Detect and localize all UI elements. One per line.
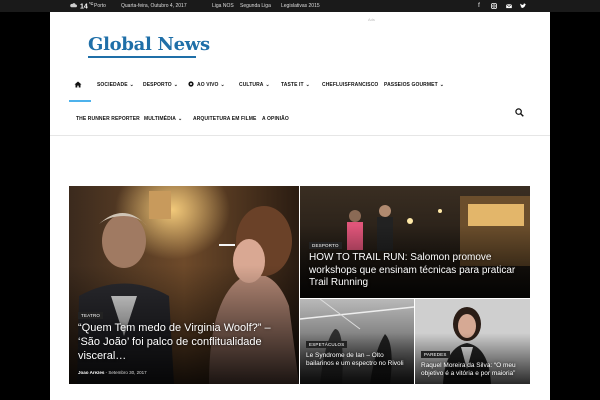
chevron-down-icon: ⌄	[439, 82, 445, 88]
featured-article-top-right[interactable]: Desporto HOW TO TRAIL RUN: Salomon promo…	[300, 186, 530, 298]
article-meta: Joao Arezes - Setembro 30, 2017	[78, 370, 147, 375]
topbar-link-segunda-liga[interactable]: Segunda Liga	[240, 3, 271, 9]
main-navigation: Sociedade ⌄ Desporto ⌄ Ao Vivo ⌄ Cultura ⌄ T…	[50, 76, 550, 136]
article-date: Setembro 30, 2017	[108, 370, 147, 375]
chevron-down-icon: ⌄	[265, 82, 270, 88]
logo-underline	[88, 56, 196, 58]
instagram-icon[interactable]	[490, 2, 498, 10]
temperature: 14 °C	[80, 1, 94, 11]
page-container: Ads Global News Sociedade ⌄ Desporto ⌄ Ao …	[50, 12, 550, 400]
article-title[interactable]: “Quem Tem medo de Virginia Woolf?” – ‘Sã…	[78, 322, 278, 363]
category-badge[interactable]: Paredes	[421, 351, 450, 358]
facebook-icon[interactable]: f	[475, 2, 483, 10]
twitter-icon[interactable]	[519, 2, 527, 10]
nav-the-runner-reporter[interactable]: The Runner Reporter	[76, 116, 140, 122]
current-date: Quarta-feira, Outubro 4, 2017	[121, 3, 187, 9]
home-icon[interactable]	[74, 81, 82, 88]
ad-marker: Ads	[368, 17, 375, 22]
top-bar: 14 °C Porto Quarta-feira, Outubro 4, 201…	[0, 0, 600, 12]
chevron-down-icon: ⌄	[305, 82, 310, 88]
article-title[interactable]: Le Syndrome de Ian – Olto bailarinos e u…	[306, 352, 410, 368]
topbar-link-legislativas[interactable]: Legislativas 2015	[281, 3, 320, 9]
category-badge[interactable]: Teatro	[78, 312, 104, 319]
chevron-down-icon: ⌄	[220, 82, 225, 88]
search-icon[interactable]	[515, 108, 524, 117]
featured-main-article[interactable]: Teatro “Quem Tem medo de Virginia Woolf?…	[69, 186, 299, 384]
article-title[interactable]: Raquel Moreira da Silva: “O meu objetivo…	[421, 362, 529, 378]
category-badge[interactable]: Desporto	[309, 242, 342, 249]
chevron-down-icon: ⌄	[173, 82, 179, 88]
weather-cloud-icon	[70, 3, 77, 8]
category-badge[interactable]: Espetáculos	[306, 341, 348, 348]
article-author[interactable]: Joao Arezes	[78, 370, 104, 375]
nav-passeios-gourmet[interactable]: Passeios Gourmet ⌄	[384, 82, 444, 88]
nav-multimedia[interactable]: Multimédia ⌄	[144, 116, 182, 122]
nav-a-opiniao[interactable]: A Opinião	[262, 116, 289, 122]
mail-icon[interactable]	[505, 2, 513, 10]
featured-article-bottom-right[interactable]: Paredes Raquel Moreira da Silva: “O meu …	[415, 299, 530, 384]
nav-cultura[interactable]: Cultura ⌄	[239, 82, 270, 88]
nav-arquitetura-em-filme[interactable]: Arquitetura em Filme	[193, 116, 256, 122]
live-ball-icon	[188, 81, 194, 87]
nav-chefluisfrancisco[interactable]: ChefLuisFrancisco	[322, 82, 378, 88]
site-logo[interactable]: Global News	[88, 34, 210, 55]
chevron-down-icon: ⌄	[129, 82, 134, 88]
topbar-link-liga-nos[interactable]: Liga NOS	[212, 3, 234, 9]
active-nav-indicator	[69, 100, 91, 102]
chevron-down-icon: ⌄	[178, 116, 183, 122]
article-title[interactable]: HOW TO TRAIL RUN: Salomon promove worksh…	[309, 252, 519, 290]
nav-ao-vivo[interactable]: Ao Vivo ⌄	[197, 82, 225, 88]
nav-taste-it[interactable]: Taste It ⌄	[281, 82, 310, 88]
nav-desporto[interactable]: Desporto ⌄	[143, 82, 178, 88]
nav-sociedade[interactable]: Sociedade ⌄	[97, 82, 134, 88]
weather-city: Porto	[94, 3, 106, 9]
featured-article-bottom-mid[interactable]: Espetáculos Le Syndrome de Ian – Olto ba…	[300, 299, 414, 384]
